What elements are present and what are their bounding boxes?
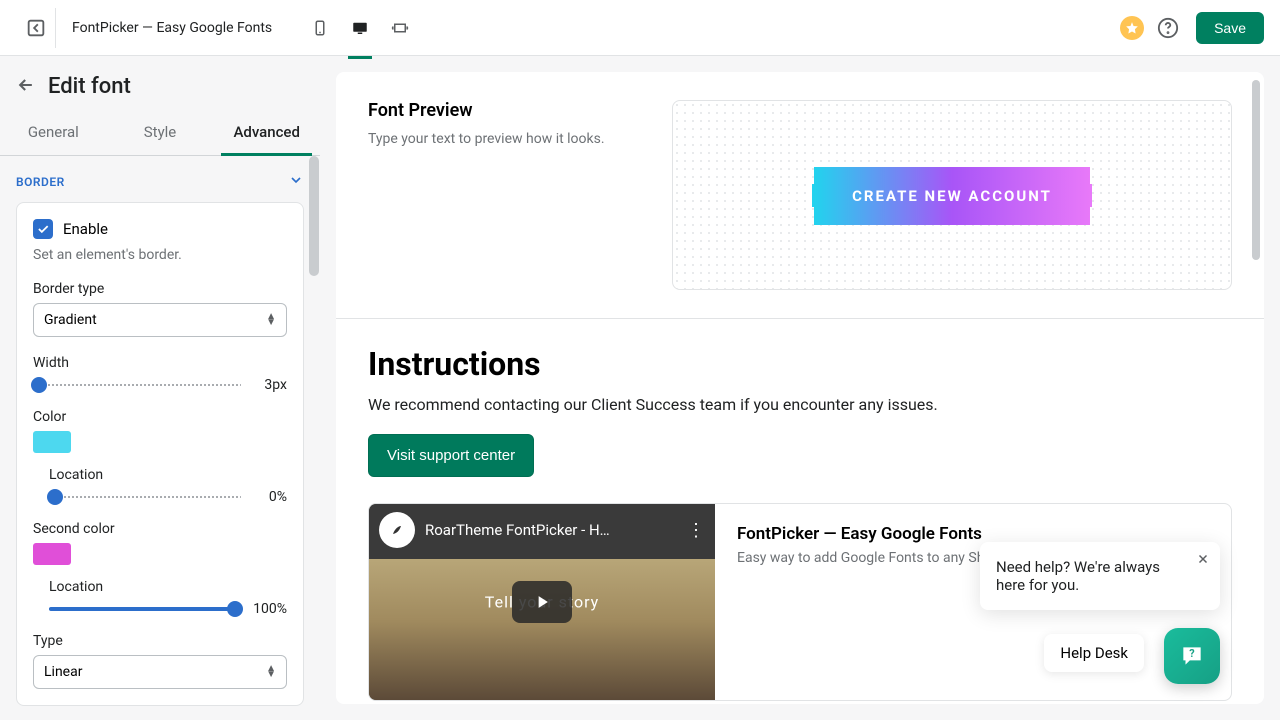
enable-label: Enable [63,220,108,238]
tab-style[interactable]: Style [107,109,214,155]
exit-icon [25,17,47,39]
width-label: Width [33,355,287,371]
color2-location-slider[interactable]: 100% [49,601,287,617]
preview-button-border: CREATE NEW ACCOUNT [812,184,1092,207]
color2-location-value: 100% [251,601,287,617]
enable-hint: Set an element's border. [33,247,287,263]
chat-question-icon: ? [1179,643,1205,669]
star-badge[interactable] [1120,16,1144,40]
second-color-label: Second color [33,521,287,537]
device-mobile-button[interactable] [304,12,336,44]
select-arrows-icon: ▲▼ [266,666,276,678]
video-menu-button[interactable]: ⋮ [687,520,705,541]
gradient-type-label: Type [33,633,287,649]
scrollbar[interactable] [309,156,319,276]
mobile-icon [311,19,329,37]
arrow-left-icon [16,75,36,95]
desktop-icon [351,19,369,37]
border-card: Enable Set an element's border. Border t… [16,202,304,706]
close-button[interactable] [1196,550,1210,571]
tabs: General Style Advanced [0,109,320,156]
gradient-type-select[interactable]: Linear ▲▼ [33,655,287,689]
chevron-down-icon [288,172,304,192]
color1-location-slider[interactable]: 0% [49,489,287,505]
width-slider[interactable]: 3px [33,377,287,393]
exit-editor-button[interactable] [16,8,56,48]
color1-location-label: Location [49,467,287,483]
video-title: RoarTheme FontPicker - H… [425,521,677,539]
preview-title: Font Preview [368,100,648,121]
visit-support-button[interactable]: Visit support center [368,434,534,477]
help-button[interactable] [1156,16,1180,40]
device-toggles [304,12,416,44]
logo-icon [385,518,409,542]
svg-text:?: ? [1189,647,1194,660]
tab-advanced[interactable]: Advanced [213,109,320,155]
main: Font Preview Type your text to preview h… [320,56,1280,720]
gradient-type-value: Linear [44,664,82,680]
preview-button[interactable]: CREATE NEW ACCOUNT [814,167,1090,225]
play-icon [532,592,552,612]
color2-location-label: Location [49,579,287,595]
page-title: Edit font [48,74,131,99]
responsive-icon [391,19,409,37]
help-popup-text: Need help? We're always here for you. [996,558,1160,594]
color-label: Color [33,409,287,425]
color2-swatch[interactable] [33,543,71,565]
instructions-title: Instructions [368,345,1232,383]
app-title: FontPicker — Easy Google Fonts [72,20,272,36]
tab-general[interactable]: General [0,109,107,155]
back-button[interactable] [16,75,36,99]
border-type-label: Border type [33,281,287,297]
color1-swatch[interactable] [33,431,71,453]
width-value: 3px [251,377,287,393]
section-border-header[interactable]: Border [0,156,320,202]
preview-canvas: CREATE NEW ACCOUNT [672,100,1232,290]
preview-subtitle: Type your text to preview how it looks. [368,131,648,147]
border-type-value: Gradient [44,312,97,328]
video-card-title: FontPicker — Easy Google Fonts [737,524,1209,544]
enable-checkbox[interactable] [33,219,53,239]
help-desk-button[interactable]: Help Desk [1044,634,1144,672]
play-button[interactable] [512,581,572,623]
topbar: FontPicker — Easy Google Fonts Save [0,0,1280,56]
star-icon [1125,21,1139,35]
instructions-subtitle: We recommend contacting our Client Succe… [368,395,1232,414]
color1-location-value: 0% [251,489,287,505]
save-button[interactable]: Save [1196,12,1264,44]
select-arrows-icon: ▲▼ [266,314,276,326]
video-thumbnail[interactable]: RoarTheme FontPicker - H… ⋮ Tell your st… [369,504,715,700]
question-circle-icon [1157,17,1179,39]
device-responsive-button[interactable] [384,12,416,44]
channel-avatar [379,512,415,548]
close-icon [1196,552,1210,566]
help-fab-button[interactable]: ? [1164,628,1220,684]
help-popup: Need help? We're always here for you. [980,542,1220,610]
check-icon [36,222,50,236]
border-type-select[interactable]: Gradient ▲▼ [33,303,287,337]
scrollbar[interactable] [1252,80,1260,260]
sidebar: Edit font General Style Advanced Border … [0,56,320,720]
section-border-label: Border [16,175,65,189]
device-desktop-button[interactable] [344,12,376,44]
